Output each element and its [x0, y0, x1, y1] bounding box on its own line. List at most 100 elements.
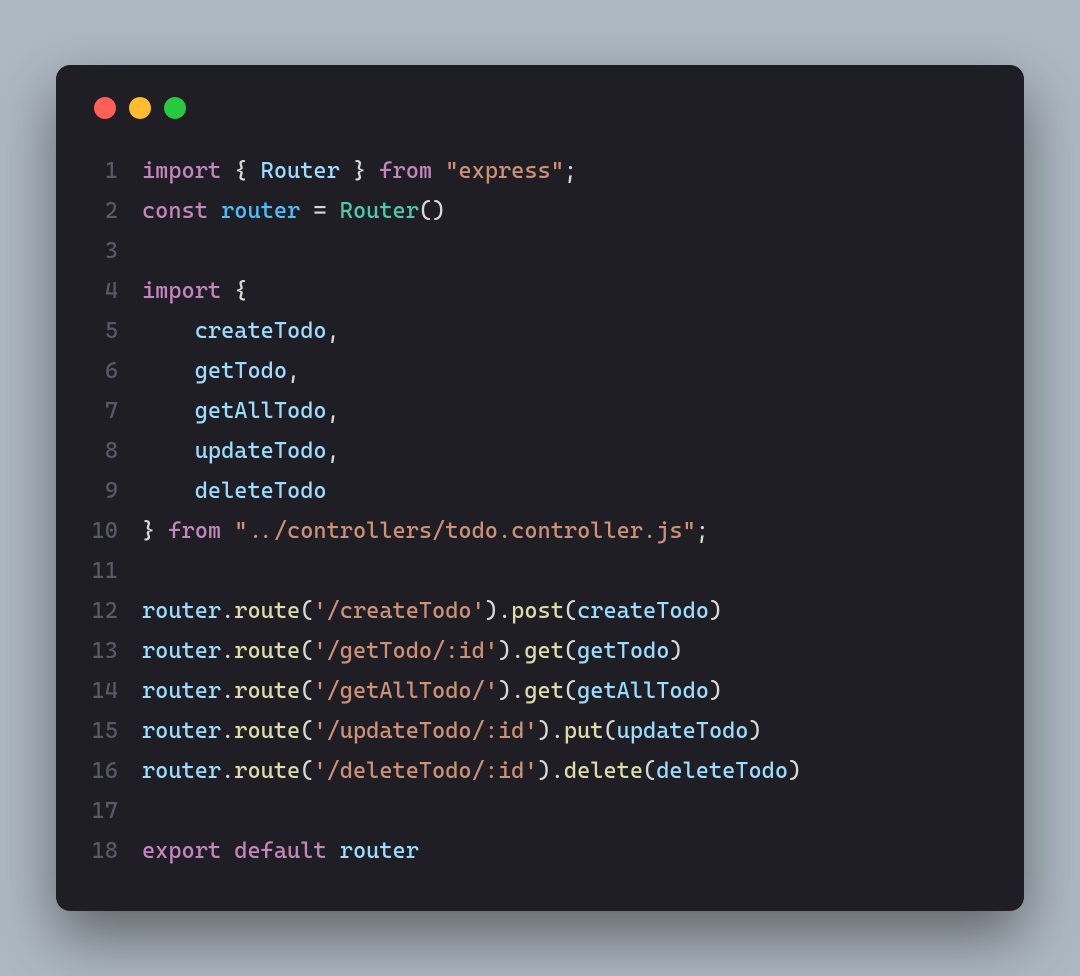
line-content: router.route('/deleteTodo/:id').delete(d…: [142, 751, 990, 791]
code-token: "../controllers/todo.controller.js": [234, 518, 695, 544]
code-token: ).: [538, 718, 564, 744]
code-token: Router: [261, 158, 340, 184]
code-window: 1import { Router } from "express";2const…: [56, 65, 1024, 912]
line-number: 18: [90, 831, 142, 871]
line-content: import {: [142, 271, 990, 311]
code-token: delete: [564, 758, 643, 784]
code-token: deleteTodo: [195, 478, 327, 504]
code-token: [432, 158, 445, 184]
code-token: ).: [538, 758, 564, 784]
code-token: route: [234, 718, 300, 744]
line-number: 6: [90, 351, 142, 391]
code-line: 3: [90, 231, 990, 271]
line-number: 11: [90, 551, 142, 591]
line-number: 7: [90, 391, 142, 431]
line-number: 4: [90, 271, 142, 311]
code-token: get: [524, 678, 564, 704]
code-token: ;: [696, 518, 709, 544]
code-token: (: [300, 758, 313, 784]
code-line: 14router.route('/getAllTodo/').get(getAl…: [90, 671, 990, 711]
code-token: put: [564, 718, 604, 744]
code-token: =: [300, 198, 340, 224]
line-content: import { Router } from "express";: [142, 151, 990, 191]
line-number: 1: [90, 151, 142, 191]
code-line: 4import {: [90, 271, 990, 311]
line-content: deleteTodo: [142, 471, 990, 511]
line-number: 16: [90, 751, 142, 791]
close-icon[interactable]: [94, 97, 116, 119]
code-token: }: [142, 518, 155, 544]
line-content: getAllTodo,: [142, 391, 990, 431]
code-token: }: [353, 158, 366, 184]
code-token: (: [564, 598, 577, 624]
code-token: '/getAllTodo/': [313, 678, 498, 704]
code-token: [208, 198, 221, 224]
code-token: route: [234, 598, 300, 624]
code-token: [142, 358, 195, 384]
window-traffic-lights: [90, 91, 990, 151]
code-token: router: [340, 838, 419, 864]
code-token: [142, 318, 195, 344]
code-token: (: [564, 678, 577, 704]
line-content: router.route('/getAllTodo/').get(getAllT…: [142, 671, 990, 711]
code-token: ): [709, 678, 722, 704]
code-token: '/getTodo/:id': [313, 638, 498, 664]
code-line: 1import { Router } from "express";: [90, 151, 990, 191]
code-token: ): [749, 718, 762, 744]
code-token: [155, 518, 168, 544]
line-number: 10: [90, 511, 142, 551]
code-token: [327, 838, 340, 864]
line-number: 2: [90, 191, 142, 231]
code-line: 11: [90, 551, 990, 591]
code-token: import: [142, 158, 221, 184]
code-token: [221, 838, 234, 864]
code-token: router: [142, 758, 221, 784]
code-line: 7 getAllTodo,: [90, 391, 990, 431]
code-token: (): [419, 198, 445, 224]
line-content: router.route('/updateTodo/:id').put(upda…: [142, 711, 990, 751]
code-block: 1import { Router } from "express";2const…: [90, 151, 990, 872]
code-token: [142, 478, 195, 504]
code-token: route: [234, 638, 300, 664]
code-token: [142, 398, 195, 424]
code-token: ): [709, 598, 722, 624]
code-token: '/updateTodo/:id': [313, 718, 537, 744]
code-token: .: [221, 758, 234, 784]
code-token: createTodo: [195, 318, 327, 344]
code-token: ): [788, 758, 801, 784]
line-number: 13: [90, 631, 142, 671]
code-line: 17: [90, 791, 990, 831]
code-token: '/deleteTodo/:id': [313, 758, 537, 784]
code-token: '/createTodo': [313, 598, 484, 624]
line-content: const router = Router(): [142, 191, 990, 231]
code-token: updateTodo: [617, 718, 749, 744]
line-content: updateTodo,: [142, 431, 990, 471]
code-token: "express": [445, 158, 564, 184]
line-number: 5: [90, 311, 142, 351]
code-token: (: [300, 678, 313, 704]
code-token: post: [511, 598, 564, 624]
line-content: } from "../controllers/todo.controller.j…: [142, 511, 990, 551]
code-token: get: [524, 638, 564, 664]
code-token: [340, 158, 353, 184]
code-token: from: [168, 518, 221, 544]
code-line: 8 updateTodo,: [90, 431, 990, 471]
line-content: router.route('/createTodo').post(createT…: [142, 591, 990, 631]
line-content: export default router: [142, 831, 990, 871]
code-token: export: [142, 838, 221, 864]
line-number: 15: [90, 711, 142, 751]
code-token: getTodo: [577, 638, 669, 664]
code-token: route: [234, 758, 300, 784]
line-number: 17: [90, 791, 142, 831]
code-line: 16router.route('/deleteTodo/:id').delete…: [90, 751, 990, 791]
code-line: 18export default router: [90, 831, 990, 871]
code-token: createTodo: [577, 598, 709, 624]
minimize-icon[interactable]: [129, 97, 151, 119]
code-token: getAllTodo: [577, 678, 709, 704]
zoom-icon[interactable]: [164, 97, 186, 119]
code-token: default: [234, 838, 326, 864]
code-token: [366, 158, 379, 184]
code-token: .: [221, 718, 234, 744]
code-token: (: [300, 598, 313, 624]
line-content: router.route('/getTodo/:id').get(getTodo…: [142, 631, 990, 671]
